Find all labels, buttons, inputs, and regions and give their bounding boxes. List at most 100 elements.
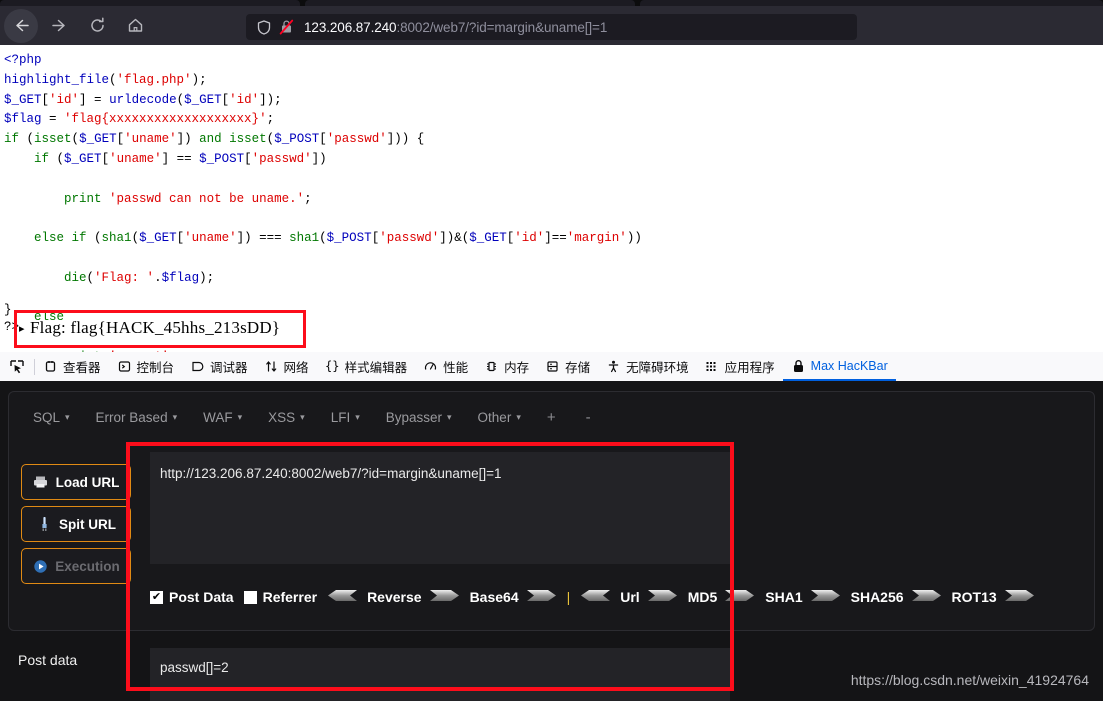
encoder-label-sha1: SHA1 <box>765 589 803 605</box>
hackbar-menu-lfi[interactable]: LFI ▾ <box>331 410 360 425</box>
printer-icon <box>33 474 49 490</box>
post-data-textarea[interactable]: passwd[]=2 <box>150 648 730 701</box>
code-token: 'Flag: ' <box>94 270 155 285</box>
code-line: highlight_file('flag.php'); <box>4 71 1103 91</box>
home-button[interactable] <box>118 9 152 43</box>
code-line: else if (sha1($_GET['uname']) === sha1($… <box>4 229 1103 249</box>
shield-icon[interactable] <box>254 18 274 36</box>
encoder-toolbar: ✔ Post Data Referrer Reverse Base64 | Url MD5 SH… <box>150 583 1045 611</box>
url-bar[interactable]: 123.206.87.240:8002/web7/?id=margin&unam… <box>246 14 857 40</box>
php-source-code: <?php highlight_file('flag.php'); $_GET['i… <box>0 45 1103 352</box>
code-token: 'passwd' <box>251 151 312 166</box>
chevron-down-icon: ▾ <box>172 411 178 422</box>
code-token: ( <box>131 231 140 246</box>
url-textarea[interactable]: http://123.206.87.240:8002/web7/?id=marg… <box>150 452 730 564</box>
devtools-tab-1[interactable]: 查看器 <box>35 352 109 381</box>
debugger-icon <box>190 359 205 374</box>
code-token: ( <box>49 151 65 166</box>
encode-arrow-icon[interactable] <box>526 589 557 605</box>
code-token: ( <box>319 231 327 246</box>
navigation-toolbar: 123.206.87.240:8002/web7/?id=margin&unam… <box>0 6 1103 45</box>
code-token: $_POST <box>326 231 372 246</box>
spit-url-button[interactable]: Spit URL <box>21 506 131 542</box>
url-text[interactable]: 123.206.87.240:8002/web7/?id=margin&unam… <box>304 20 607 35</box>
back-button[interactable] <box>4 8 38 43</box>
syringe-icon <box>36 516 52 532</box>
devtools-tab-10[interactable]: 应用程序 <box>697 352 783 381</box>
code-token: ; <box>304 191 312 206</box>
forward-button[interactable] <box>42 9 76 43</box>
code-token: [ <box>41 92 50 107</box>
code-token: 'flag.php' <box>116 72 192 87</box>
devtools-tab-4[interactable]: 网络 <box>256 352 317 381</box>
inspector-icon <box>43 359 58 374</box>
application-icon <box>705 359 720 374</box>
code-token: ]) <box>311 151 327 166</box>
network-icon <box>264 359 279 374</box>
decode-arrow-icon[interactable] <box>327 589 358 605</box>
devtools-tab-label: 网络 <box>283 361 309 375</box>
code-line: if (isset($_GET['uname']) and isset($_PO… <box>4 130 1103 150</box>
devtools-tab-8[interactable]: 存储 <box>537 352 598 381</box>
hackbar-menu-sql[interactable]: SQL ▾ <box>33 410 70 425</box>
play-icon <box>32 558 48 574</box>
code-token: ( <box>86 270 95 285</box>
reload-button[interactable] <box>80 9 114 43</box>
encode-arrow-icon[interactable] <box>911 589 942 605</box>
code-line: $flag = 'flag{xxxxxxxxxxxxxxxxxxx}'; <box>4 110 1103 130</box>
code-token: and <box>199 132 222 147</box>
memory-icon <box>484 359 499 374</box>
code-token: ( <box>71 132 80 147</box>
hackbar-menu-waf[interactable]: WAF ▾ <box>203 410 242 425</box>
code-token: urldecode <box>109 92 177 107</box>
element-picker-icon[interactable] <box>0 352 34 381</box>
devtools-tab-11[interactable]: Max HacKBar <box>782 352 896 381</box>
encode-arrow-icon[interactable] <box>810 589 841 605</box>
button-label: Spit URL <box>59 516 116 532</box>
code-token: if <box>34 151 50 166</box>
code-line: die('Flag: '.$flag); <box>4 269 1103 289</box>
devtools-tab-9[interactable]: 无障碍环境 <box>598 352 697 381</box>
encode-arrow-icon[interactable] <box>725 589 755 605</box>
devtools-tab-5[interactable]: {} 样式编辑器 <box>317 352 416 381</box>
encode-arrow-icon[interactable] <box>429 589 460 605</box>
devtools-tab-label: 调试器 <box>210 361 248 375</box>
lock-crossed-out-icon[interactable] <box>276 18 296 36</box>
home-icon <box>128 18 142 32</box>
devtools-tab-7[interactable]: 内存 <box>476 352 537 381</box>
devtools-tab-3[interactable]: 调试器 <box>182 352 256 381</box>
devtools-tab-label: 查看器 <box>63 361 101 375</box>
post-data-checkbox-group[interactable]: ✔ Post Data <box>150 589 234 605</box>
hackbar-menu-bypasser[interactable]: Bypasser ▾ <box>386 410 452 425</box>
watermark-text: https://blog.csdn.net/weixin_41924764 <box>850 672 1089 688</box>
code-line: $_GET['id'] = urldecode($_GET['id']); <box>4 91 1103 111</box>
load-url-button[interactable]: Load URL <box>21 464 131 500</box>
encode-arrow-icon[interactable] <box>647 589 678 605</box>
encoder-label-md5: MD5 <box>687 589 718 605</box>
devtools-tab-2[interactable]: 控制台 <box>109 352 183 381</box>
referrer-checkbox-group[interactable]: Referrer <box>243 589 317 605</box>
code-token: ])&( <box>439 231 470 246</box>
code-token: ); <box>199 270 215 285</box>
code-token: 'id' <box>49 92 80 107</box>
code-token: 'margin' <box>566 231 627 246</box>
remove-tab-button[interactable]: - <box>586 409 591 426</box>
referrer-checkbox[interactable] <box>243 590 257 604</box>
hackbar-menu-other[interactable]: Other ▾ <box>478 410 521 425</box>
hackbar-menu-xss[interactable]: XSS ▾ <box>268 410 305 425</box>
button-label: Execution <box>55 558 120 574</box>
encoder-label-sha256: SHA256 <box>850 589 904 605</box>
code-token: isset <box>229 132 267 147</box>
add-tab-button[interactable]: + <box>547 409 556 426</box>
hackbar-menu-error-based[interactable]: Error Based ▾ <box>96 410 178 425</box>
code-token: 'uname' <box>109 151 162 166</box>
decode-arrow-icon[interactable] <box>580 589 611 605</box>
post-data-checkbox[interactable]: ✔ <box>150 590 163 604</box>
code-token: 'passwd' <box>379 231 440 246</box>
encode-arrow-icon[interactable] <box>1004 589 1035 605</box>
code-token: 'passwd' <box>326 132 387 147</box>
devtools-tab-6[interactable]: 性能 <box>415 352 476 381</box>
